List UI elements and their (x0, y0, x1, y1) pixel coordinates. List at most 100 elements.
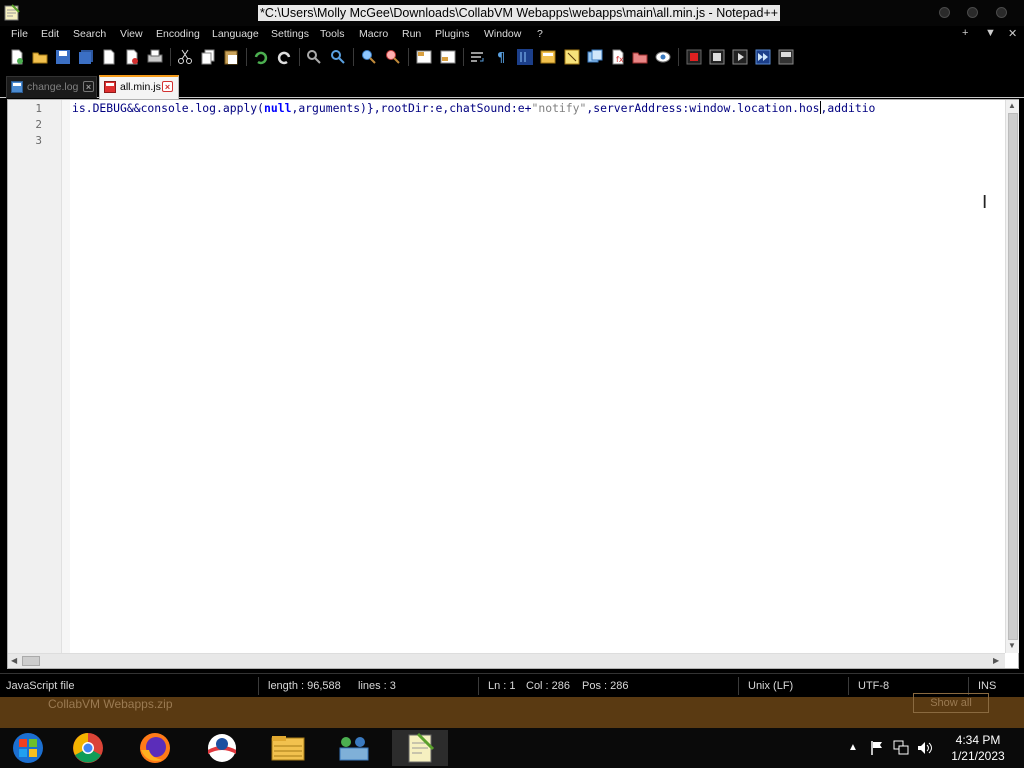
stop-macro-icon[interactable] (709, 49, 725, 65)
chrome-icon[interactable] (60, 730, 116, 766)
close-tab-icon[interactable]: × (162, 81, 173, 92)
folder-icon[interactable] (632, 49, 648, 65)
status-separator (848, 677, 849, 695)
close-icon[interactable] (101, 49, 117, 65)
scroll-left-icon[interactable]: ◀ (11, 656, 17, 665)
menu-view[interactable]: View (120, 28, 143, 40)
new-tab-icon[interactable]: + (962, 27, 968, 39)
open-file-icon[interactable] (32, 49, 48, 65)
notepad-plus-plus-icon (4, 4, 20, 21)
zoom-in-icon[interactable] (361, 49, 377, 65)
zoom-out-icon[interactable] (385, 49, 401, 65)
file-explorer-icon[interactable] (260, 730, 316, 766)
scroll-down-icon[interactable]: ▼ (1008, 641, 1016, 650)
unsaved-file-icon (104, 81, 116, 93)
status-eol: Unix (LF) (748, 680, 794, 692)
menu-help[interactable]: ? (537, 28, 543, 40)
scroll-up-icon[interactable]: ▲ (1008, 101, 1016, 110)
toolbar-separator (246, 48, 247, 66)
copy-icon[interactable] (200, 49, 216, 65)
horizontal-scrollbar[interactable]: ◀ ▶ (8, 653, 1005, 668)
sync-horizontal-icon[interactable] (440, 49, 456, 65)
run-macro-multiple-icon[interactable] (755, 49, 771, 65)
menu-run[interactable]: Run (402, 28, 421, 40)
undo-icon[interactable] (253, 49, 269, 65)
find-icon[interactable] (306, 49, 322, 65)
code-area[interactable]: is.DEBUG&&console.log.apply(null,argumen… (70, 100, 1004, 653)
vertical-scrollbar[interactable]: ▲ ▼ (1005, 100, 1019, 653)
save-icon[interactable] (55, 49, 71, 65)
menu-plugins[interactable]: Plugins (435, 28, 469, 40)
toolbar-separator (299, 48, 300, 66)
tab-all-min-js[interactable]: all.min.js × (99, 75, 179, 99)
system-clock[interactable]: 4:34 PM 1/21/2023 (940, 732, 1016, 764)
play-macro-icon[interactable] (732, 49, 748, 65)
tab-list-icon[interactable]: ▼ (985, 27, 996, 39)
firefox-icon[interactable] (127, 730, 183, 766)
menu-encoding[interactable]: Encoding (156, 28, 200, 40)
notepad-plus-plus-taskbar-button[interactable] (392, 730, 448, 766)
indent-guide-icon[interactable] (517, 49, 533, 65)
eye-icon[interactable] (655, 49, 671, 65)
browser-download-bar: CollabVM Webapps.zip Show all (0, 693, 1024, 728)
status-encoding: UTF-8 (858, 680, 890, 692)
replace-icon[interactable] (330, 49, 346, 65)
save-all-icon[interactable] (78, 49, 94, 65)
show-hidden-icons-icon[interactable]: ▲ (848, 742, 858, 753)
volume-icon[interactable] (917, 740, 933, 756)
word-wrap-icon[interactable] (470, 49, 486, 65)
line-number: 2 (35, 118, 42, 131)
code-line-1[interactable]: is.DEBUG&&console.log.apply(null,argumen… (72, 101, 875, 115)
monitoring-icon[interactable]: fx (610, 49, 626, 65)
network-icon[interactable] (893, 740, 909, 756)
maximize-button[interactable] (967, 7, 978, 18)
notepad-plus-plus-icon (408, 732, 435, 763)
fold-margin[interactable] (62, 100, 70, 653)
tab-change-log[interactable]: change.log × (6, 76, 97, 98)
file-icon (11, 81, 23, 93)
scrollbar-thumb[interactable] (1008, 113, 1018, 640)
close-all-icon[interactable] (124, 49, 140, 65)
sync-vertical-icon[interactable] (416, 49, 432, 65)
status-ln: Ln : 1 (488, 680, 516, 692)
menu-macro[interactable]: Macro (359, 28, 388, 40)
record-macro-icon[interactable] (686, 49, 702, 65)
minimize-button[interactable] (939, 7, 950, 18)
action-center-flag-icon[interactable] (870, 740, 884, 756)
function-list-icon[interactable] (564, 49, 580, 65)
menu-edit[interactable]: Edit (41, 28, 59, 40)
status-separator (478, 677, 479, 695)
scroll-right-icon[interactable]: ▶ (993, 656, 999, 665)
menu-language[interactable]: Language (212, 28, 259, 40)
paste-icon[interactable] (223, 49, 239, 65)
start-icon[interactable] (0, 730, 56, 766)
editor[interactable]: 1 2 3 is.DEBUG&&console.log.apply(null,a… (7, 99, 1019, 669)
close-doc-icon[interactable]: ✕ (1008, 27, 1017, 40)
taskbar: ▲ 4:34 PM 1/21/2023 (0, 728, 1024, 768)
menu-tools[interactable]: Tools (320, 28, 345, 40)
save-macro-icon[interactable] (778, 49, 794, 65)
print-icon[interactable] (147, 49, 163, 65)
code-token: is.DEBUG&&console.log.apply( (72, 101, 265, 115)
toolbar: ¶ fx (0, 44, 1024, 70)
cut-icon[interactable] (177, 49, 193, 65)
menu-settings[interactable]: Settings (271, 28, 309, 40)
download-item[interactable]: CollabVM Webapps.zip (48, 697, 173, 711)
close-window-button[interactable] (996, 7, 1007, 18)
status-length: length : 96,588 (268, 680, 341, 692)
menu-window[interactable]: Window (484, 28, 521, 40)
network-app-icon[interactable] (326, 730, 382, 766)
menu-file[interactable]: File (11, 28, 28, 40)
code-token: ,arguments)},rootDir:e,chatSound:e+ (291, 101, 532, 115)
redo-icon[interactable] (276, 49, 292, 65)
menu-search[interactable]: Search (73, 28, 106, 40)
line-number-gutter: 1 2 3 (8, 100, 62, 653)
obama-app-icon[interactable] (194, 730, 250, 766)
scrollbar-thumb[interactable] (22, 656, 40, 666)
document-map-icon[interactable] (540, 49, 556, 65)
show-all-chars-icon[interactable]: ¶ (494, 49, 510, 65)
new-file-icon[interactable] (9, 49, 25, 65)
show-all-button[interactable]: Show all (913, 693, 989, 713)
folder-workspace-icon[interactable] (587, 49, 603, 65)
close-tab-icon[interactable]: × (83, 81, 94, 92)
